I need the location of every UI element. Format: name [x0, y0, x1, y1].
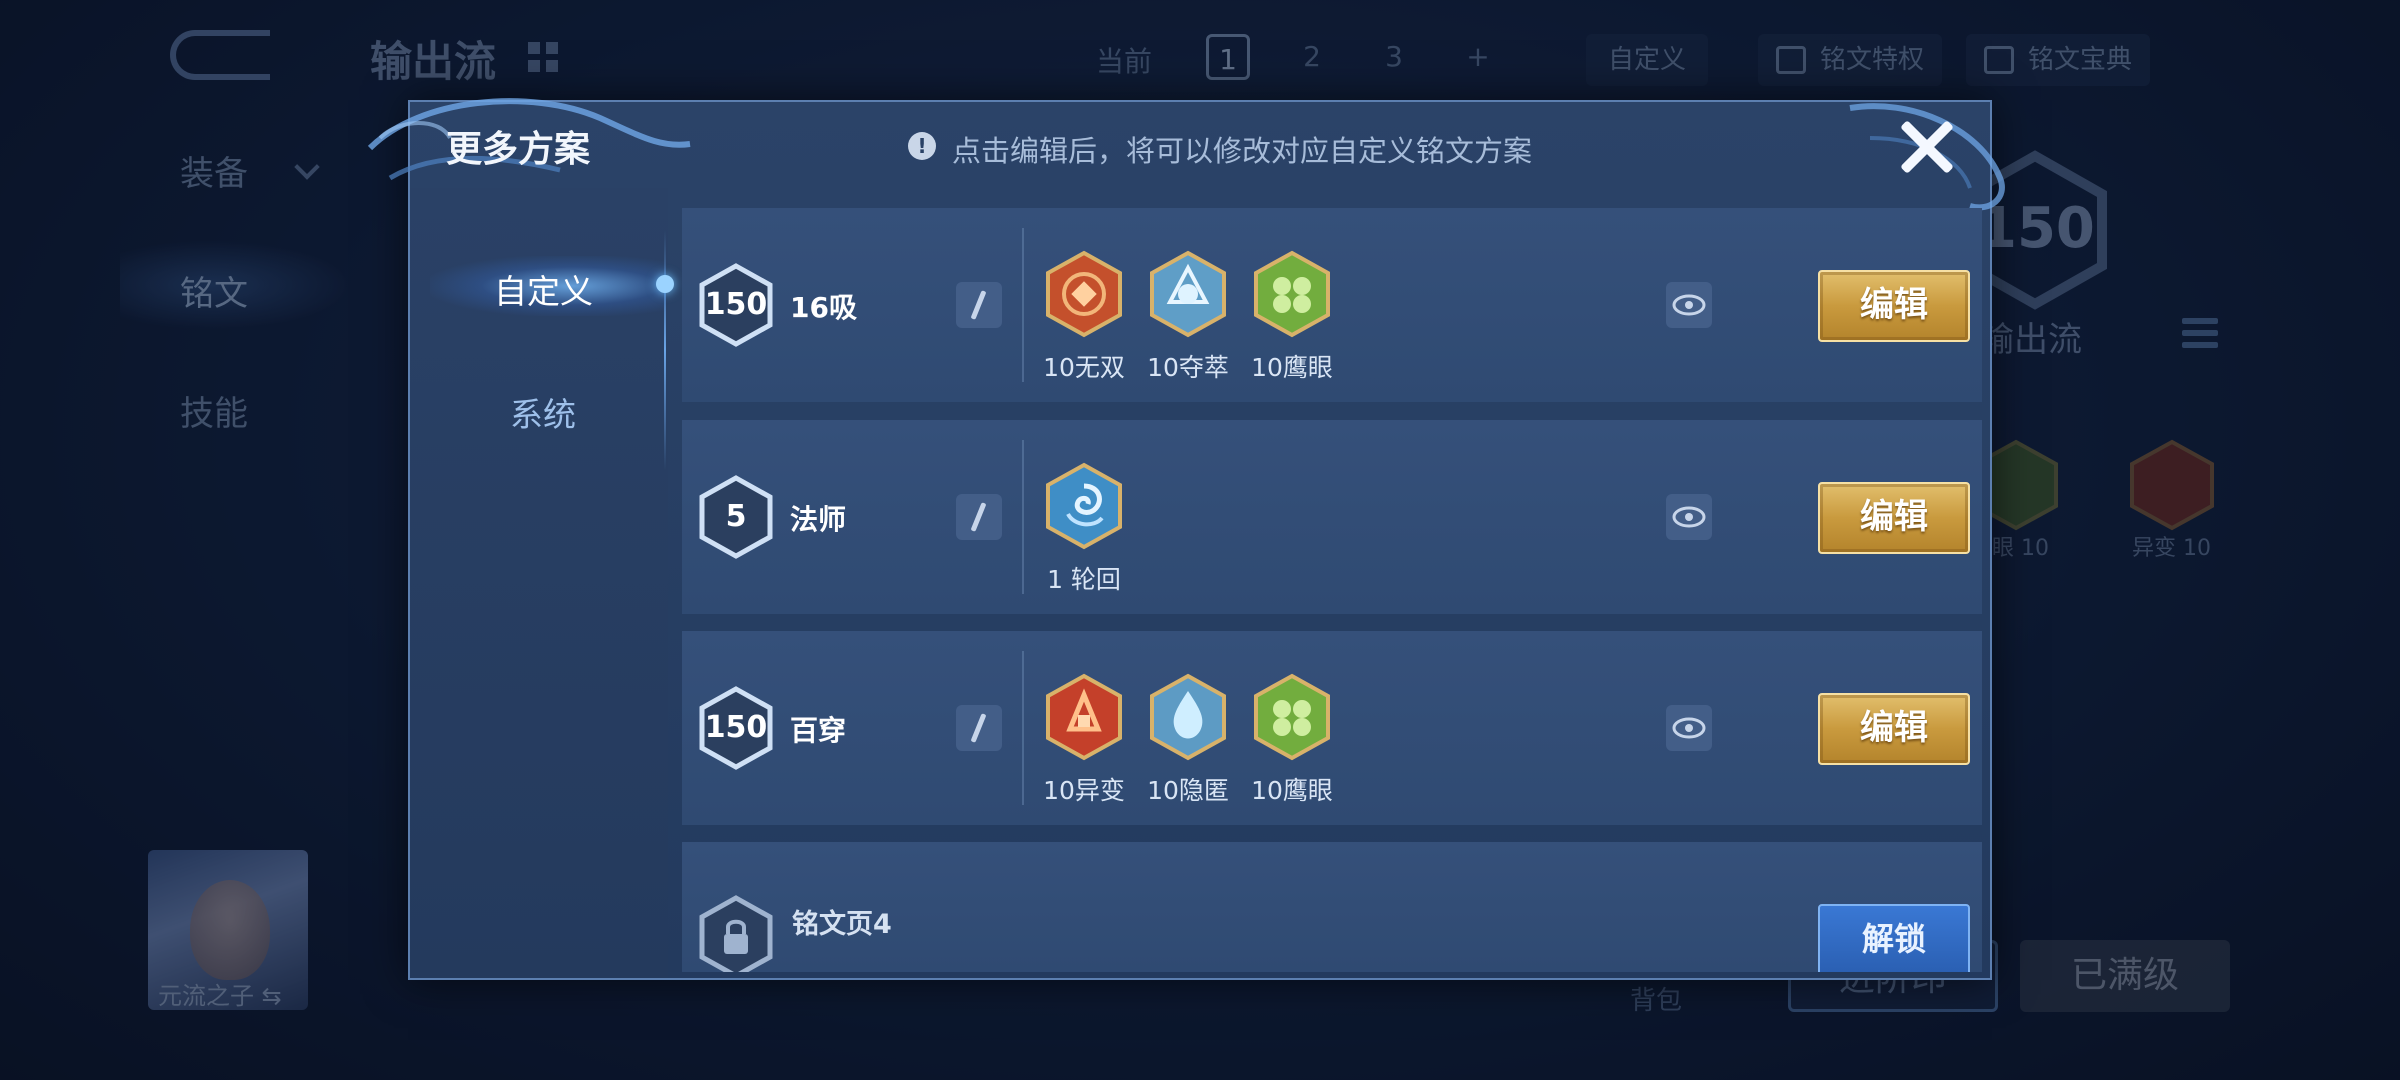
level-value: 5 [725, 499, 747, 534]
level-badge: 150 [698, 685, 774, 771]
info-icon [908, 132, 936, 160]
reincarnation-gem-icon [1046, 462, 1122, 550]
edit-button[interactable]: 编辑 [1818, 693, 1970, 765]
scheme-name: 16吸 [790, 291, 857, 324]
level-badge: 150 [698, 262, 774, 348]
tab-system[interactable]: 系统 [510, 388, 576, 436]
row-divider [1022, 651, 1024, 805]
edit-button[interactable]: 编辑 [1818, 270, 1970, 342]
gem-label: 10异变 [1043, 776, 1125, 805]
scheme-name: 百穿 [790, 714, 847, 747]
gem-label: 10隐匿 [1147, 776, 1229, 805]
scheme-row: 150 百穿 10异变 10隐匿 10鹰眼 编辑 [682, 631, 1982, 825]
row-divider [1022, 440, 1024, 594]
hawkeye-gem-icon [1254, 250, 1330, 338]
mutation-gem-icon [1046, 673, 1122, 761]
edit-button[interactable]: 编辑 [1818, 482, 1970, 554]
unlock-button[interactable]: 解锁 [1818, 904, 1970, 972]
eye-icon [1672, 506, 1706, 528]
level-value: 150 [704, 287, 768, 322]
eye-icon [1672, 717, 1706, 739]
seize-gem-icon [1150, 250, 1226, 338]
rename-pencil-icon[interactable] [956, 282, 1002, 328]
preview-eye-icon[interactable] [1666, 494, 1712, 540]
level-badge: 5 [698, 474, 774, 560]
rename-pencil-icon[interactable] [956, 705, 1002, 751]
preview-eye-icon[interactable] [1666, 282, 1712, 328]
gem-label: 1 轮回 [1047, 565, 1121, 594]
row-divider [1022, 228, 1024, 382]
scheme-name: 铭文页4 [792, 909, 892, 940]
gem-label: 10鹰眼 [1251, 353, 1333, 382]
gem-label: 10无双 [1043, 353, 1125, 382]
unrivaled-gem-icon [1046, 250, 1122, 338]
level-value: 150 [704, 710, 768, 745]
modal-title: 更多方案 [446, 129, 591, 170]
tab-custom-label: 自定义 [494, 272, 593, 311]
close-icon[interactable] [1896, 116, 1956, 176]
concealment-gem-icon [1150, 673, 1226, 761]
scheme-row: 150 16吸 10无双 10夺萃 10鹰眼 编辑 [682, 208, 1982, 402]
locked-scheme-row: 铭文页4 解锁 [682, 842, 1982, 972]
lock-icon [699, 895, 773, 972]
hawkeye-gem-icon [1254, 673, 1330, 761]
gem-label: 10夺萃 [1147, 353, 1229, 382]
scheme-row: 5 法师 1 轮回 编辑 [682, 420, 1982, 614]
gem-label: 10鹰眼 [1251, 776, 1333, 805]
preview-eye-icon[interactable] [1666, 705, 1712, 751]
rename-pencil-icon[interactable] [956, 494, 1002, 540]
eye-icon [1672, 294, 1706, 316]
hint-text: 点击编辑后，将可以修改对应自定义铭文方案 [952, 134, 1533, 168]
scheme-name: 法师 [790, 503, 847, 536]
